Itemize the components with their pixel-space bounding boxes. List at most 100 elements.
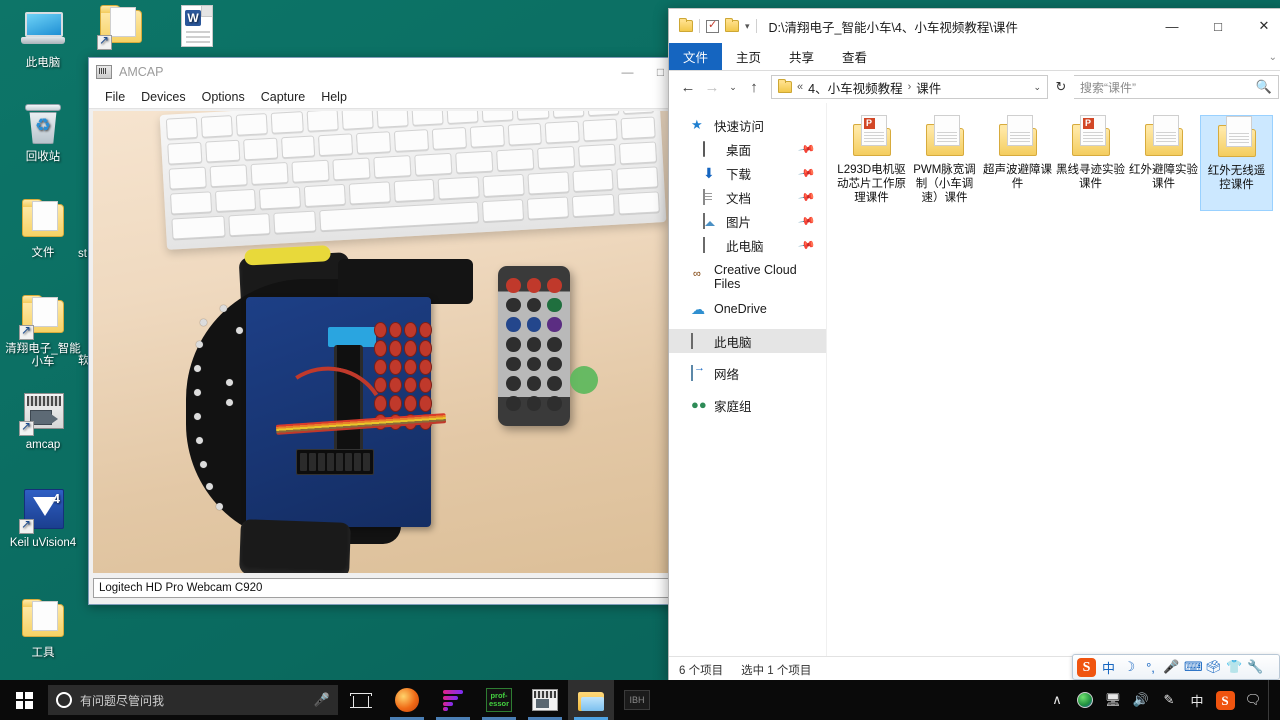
sogou-ime-toolbar[interactable]: S 中 ☽ °, 🎤 ⌨ 🗳 👕 🔧 (1072, 654, 1280, 680)
pin-icon[interactable]: 📌 (798, 212, 817, 231)
display-icon[interactable]: 🖥 (1100, 680, 1126, 720)
tab-share[interactable]: 共享 (775, 43, 828, 70)
desktop-icon-amcap[interactable]: amcap (6, 388, 80, 452)
maximize-button[interactable]: □ (1195, 9, 1241, 43)
ime-mode-icon[interactable]: 中 (1100, 658, 1117, 677)
file-item[interactable]: PWM脉宽调制（小车调速）课件 (908, 115, 981, 211)
nav-item-documents[interactable]: 文档 📌 (669, 185, 826, 209)
tab-view[interactable]: 查看 (828, 43, 881, 70)
settings-wrench-icon[interactable]: 🔧 (1247, 659, 1264, 675)
nav-item-network[interactable]: 网络 (669, 361, 826, 385)
search-icon[interactable]: 🔍 (1256, 79, 1272, 95)
desktop-icon-keil[interactable]: 4 Keil uVision4 (6, 486, 80, 550)
nav-item-onedrive[interactable]: ☁ OneDrive (669, 297, 826, 321)
quick-access-toolbar[interactable]: ▾ (679, 18, 757, 33)
file-list[interactable]: P L293D电机驱动芯片工作原理课件 PWM脉宽调制（小车调速）课件 超声波避… (826, 103, 1280, 656)
breadcrumb[interactable]: « 4、小车视频教程 › 课件 ⌄ (771, 75, 1048, 99)
nav-item-downloads[interactable]: ⬇ 下载 📌 (669, 161, 826, 185)
action-center-icon[interactable]: 🗨 (1240, 680, 1266, 720)
task-view-button[interactable] (338, 680, 384, 720)
search-input[interactable]: 搜索“课件” 🔍 (1074, 75, 1279, 99)
volume-icon[interactable]: 🔊 (1128, 680, 1154, 720)
file-item[interactable]: 超声波避障课件 (981, 115, 1054, 211)
forward-button[interactable]: → (701, 75, 723, 99)
tab-home[interactable]: 主页 (722, 43, 775, 70)
nav-item-homegroup[interactable]: ●● 家庭组 (669, 393, 826, 417)
close-button[interactable]: ✕ (1241, 9, 1280, 43)
recent-locations-icon[interactable]: ⌄ (725, 75, 741, 99)
file-item[interactable]: P L293D电机驱动芯片工作原理课件 (835, 115, 908, 211)
keyboard-icon[interactable]: ⌨ (1184, 659, 1203, 675)
breadcrumb-item-0[interactable]: 4、小车视频教程 (808, 78, 902, 97)
ribbon-tabs[interactable]: 文件 主页 共享 查看 ⌄ (669, 43, 1280, 71)
nav-item-this-pc[interactable]: 此电脑 (669, 329, 826, 353)
taskbar-professor-button[interactable]: prof-essor (476, 680, 522, 720)
sogou-logo-icon[interactable]: S (1077, 657, 1096, 677)
breadcrumb-item-1[interactable]: 课件 (916, 78, 941, 97)
desktop-icon-tools[interactable]: 工具 (6, 596, 80, 660)
file-item[interactable]: 红外避障实验课件 (1127, 115, 1200, 211)
tab-file[interactable]: 文件 (669, 43, 723, 70)
cortana-search-box[interactable]: 有问题尽管问我 🎤 (48, 685, 338, 715)
start-button[interactable] (0, 680, 48, 720)
taskbar-media-app-button[interactable]: IBH (614, 680, 660, 720)
file-explorer-window[interactable]: ▾ D:\清翔电子_智能小车\4、小车视频教程\课件 — □ ✕ 文件 主页 共… (668, 8, 1280, 683)
menu-item-devices[interactable]: Devices (133, 88, 193, 106)
ribbon-expand-icon[interactable]: ⌄ (1269, 43, 1277, 71)
taskbar-amcap-button[interactable] (522, 680, 568, 720)
up-button[interactable]: ↑ (743, 75, 765, 99)
properties-icon[interactable] (706, 18, 719, 33)
desktop-icon-files[interactable]: 文件 (6, 196, 80, 260)
skin-icon[interactable]: 👕 (1226, 659, 1243, 675)
taskbar-firefox-button[interactable] (384, 680, 430, 720)
nav-item-desktop[interactable]: 桌面 📌 (669, 137, 826, 161)
nav-item-pictures[interactable]: 图片 📌 (669, 209, 826, 233)
show-desktop-button[interactable] (1268, 680, 1276, 720)
desktop-icon-word-document[interactable]: W (160, 2, 234, 53)
network-globe-icon[interactable] (1072, 680, 1098, 720)
nav-item-this-pc-pinned[interactable]: 此电脑 📌 (669, 233, 826, 257)
chevron-down-icon[interactable]: ⌄ (1033, 82, 1041, 93)
menu-item-capture[interactable]: Capture (253, 88, 313, 106)
sogou-tray-icon[interactable]: S (1212, 680, 1238, 720)
taskbar-file-explorer-button[interactable] (568, 680, 614, 720)
desktop-icon-qingxiang-car[interactable]: 清翔电子_智能小车 (1, 292, 85, 369)
file-item-selected[interactable]: 红外无线遥控课件 (1200, 115, 1273, 211)
pin-icon[interactable]: 📌 (798, 164, 817, 183)
address-bar[interactable]: ← → ⌄ ↑ « 4、小车视频教程 › 课件 ⌄ ↻ 搜索“课件” 🔍 (669, 71, 1280, 103)
nav-item-creative-cloud[interactable]: Creative Cloud Files (669, 263, 826, 291)
amcap-window[interactable]: AMCAP — □ File Devices Options Capture H… (88, 57, 678, 605)
pin-icon[interactable]: 📌 (798, 188, 817, 207)
toolbox-icon[interactable]: 🗳 (1205, 659, 1222, 675)
ime-language-icon[interactable]: 中 (1184, 680, 1210, 720)
minimize-button[interactable]: — (1149, 9, 1195, 43)
taskbar[interactable]: 有问题尽管问我 🎤 prof-essor IBH ∧ 🖥 🔊 ✎ 中 S 🗨 (0, 680, 1280, 720)
pin-icon[interactable]: 📌 (798, 236, 817, 255)
menu-item-options[interactable]: Options (194, 88, 253, 106)
navigation-pane[interactable]: ★ 快速访问 桌面 📌 ⬇ 下载 📌 文档 📌 图片 📌 此电脑 📌 Creat… (669, 103, 826, 656)
explorer-titlebar[interactable]: ▾ D:\清翔电子_智能小车\4、小车视频教程\课件 — □ ✕ (669, 9, 1280, 43)
desktop-icon-folder-shortcut-top[interactable] (84, 2, 158, 53)
new-folder-icon[interactable] (725, 18, 739, 32)
desktop-icon-recycle-bin[interactable]: ♻ 回收站 (6, 100, 80, 164)
pen-icon[interactable]: ✎ (1156, 680, 1182, 720)
pin-icon[interactable]: 📌 (798, 140, 817, 159)
breadcrumb-overflow[interactable]: « (797, 81, 803, 93)
nav-item-quick-access[interactable]: ★ 快速访问 (669, 113, 826, 137)
amcap-menubar[interactable]: File Devices Options Capture Help (89, 85, 677, 109)
amcap-titlebar[interactable]: AMCAP — □ (89, 58, 677, 85)
microphone-icon[interactable]: 🎤 (1163, 659, 1180, 675)
chevron-down-icon[interactable]: ▾ (745, 21, 750, 32)
microphone-icon[interactable]: 🎤 (314, 692, 330, 708)
desktop-icon-this-pc[interactable]: 此电脑 (6, 6, 80, 70)
taskbar-wifi-app-button[interactable] (430, 680, 476, 720)
refresh-button[interactable]: ↻ (1050, 79, 1072, 95)
file-item[interactable]: P 黑线寻迹实验课件 (1054, 115, 1127, 211)
system-tray[interactable]: ∧ 🖥 🔊 ✎ 中 S 🗨 (1044, 680, 1280, 720)
back-button[interactable]: ← (677, 75, 699, 99)
menu-item-file[interactable]: File (97, 88, 133, 106)
show-hidden-icons-button[interactable]: ∧ (1044, 680, 1070, 720)
amcap-minimize-button[interactable]: — (611, 58, 644, 85)
menu-item-help[interactable]: Help (313, 88, 355, 106)
punctuation-icon[interactable]: °, (1142, 660, 1159, 675)
